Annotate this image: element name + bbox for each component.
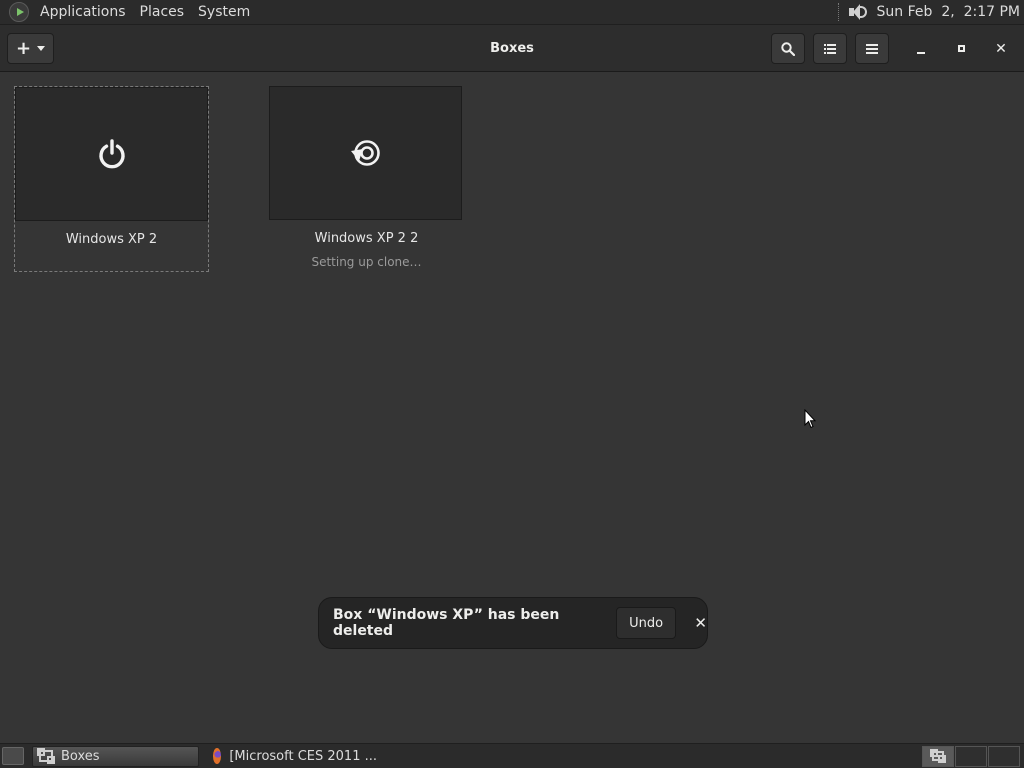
list-view-button[interactable]: [813, 33, 847, 64]
boxes-app-icon: [37, 748, 55, 764]
applications-menu[interactable]: Applications: [33, 0, 133, 25]
system-menu[interactable]: System: [191, 0, 257, 25]
firefox-icon: [213, 748, 222, 764]
close-window-button[interactable]: ✕: [986, 33, 1016, 64]
panel-clock[interactable]: Sun Feb 2, 2:17 PM: [877, 4, 1024, 20]
taskbar-item-label: [Microsoft CES 2011 ...: [229, 748, 377, 764]
distro-logo-icon[interactable]: [9, 2, 29, 22]
workspace-3[interactable]: [988, 745, 1020, 767]
in-app-notification: Box “Windows XP” has been deleted Undo ✕: [318, 597, 708, 649]
taskbar-item-firefox[interactable]: [Microsoft CES 2011 ...: [207, 746, 377, 767]
boxes-app-icon: [930, 749, 946, 763]
search-button[interactable]: [771, 33, 805, 64]
restore-icon: [350, 140, 380, 166]
box-item[interactable]: Windows XP 2: [14, 86, 209, 272]
undo-button[interactable]: Undo: [615, 607, 677, 639]
close-notification-icon[interactable]: ✕: [694, 614, 707, 632]
panel-separator: [837, 3, 839, 21]
dropdown-arrow-icon: [37, 46, 46, 51]
add-icon: +: [15, 37, 32, 59]
close-icon: ✕: [995, 40, 1007, 57]
panel-tray: Sun Feb 2, 2:17 PM: [837, 0, 1024, 25]
volume-icon[interactable]: [847, 3, 867, 21]
power-icon: [98, 139, 125, 169]
box-name: Windows XP 2 2: [314, 231, 419, 246]
notification-message: Box “Windows XP” has been deleted: [333, 607, 560, 639]
list-view-icon: [824, 43, 836, 54]
new-box-button[interactable]: +: [7, 33, 54, 64]
mouse-pointer-icon: [804, 409, 816, 429]
search-icon: [781, 41, 795, 56]
minimize-button[interactable]: [906, 33, 936, 64]
bottom-taskbar: Boxes [Microsoft CES 2011 ...: [0, 743, 1024, 768]
box-thumbnail[interactable]: [269, 86, 462, 220]
box-thumbnail[interactable]: [15, 87, 208, 221]
taskbar-item-label: Boxes: [61, 748, 100, 764]
places-menu[interactable]: Places: [133, 0, 192, 25]
box-status: Setting up clone…: [311, 255, 422, 269]
top-panel: Applications Places System Sun Feb 2, 2:…: [0, 0, 1024, 25]
workspace-switcher[interactable]: [921, 745, 1020, 767]
workspace-2[interactable]: [955, 745, 987, 767]
taskbar-item-boxes[interactable]: Boxes: [32, 745, 199, 767]
maximize-button[interactable]: [946, 33, 976, 64]
main-menu-button[interactable]: [855, 33, 889, 64]
workspace-1[interactable]: [922, 745, 954, 767]
show-desktop-icon[interactable]: [2, 747, 24, 765]
maximize-icon: [957, 45, 965, 52]
header-bar: Boxes + ✕: [0, 25, 1024, 72]
minimize-icon: [917, 51, 925, 54]
hamburger-menu-icon: [866, 43, 878, 54]
box-name: Windows XP 2: [65, 232, 158, 247]
box-item[interactable]: Windows XP 2 2 Setting up clone…: [269, 86, 464, 272]
